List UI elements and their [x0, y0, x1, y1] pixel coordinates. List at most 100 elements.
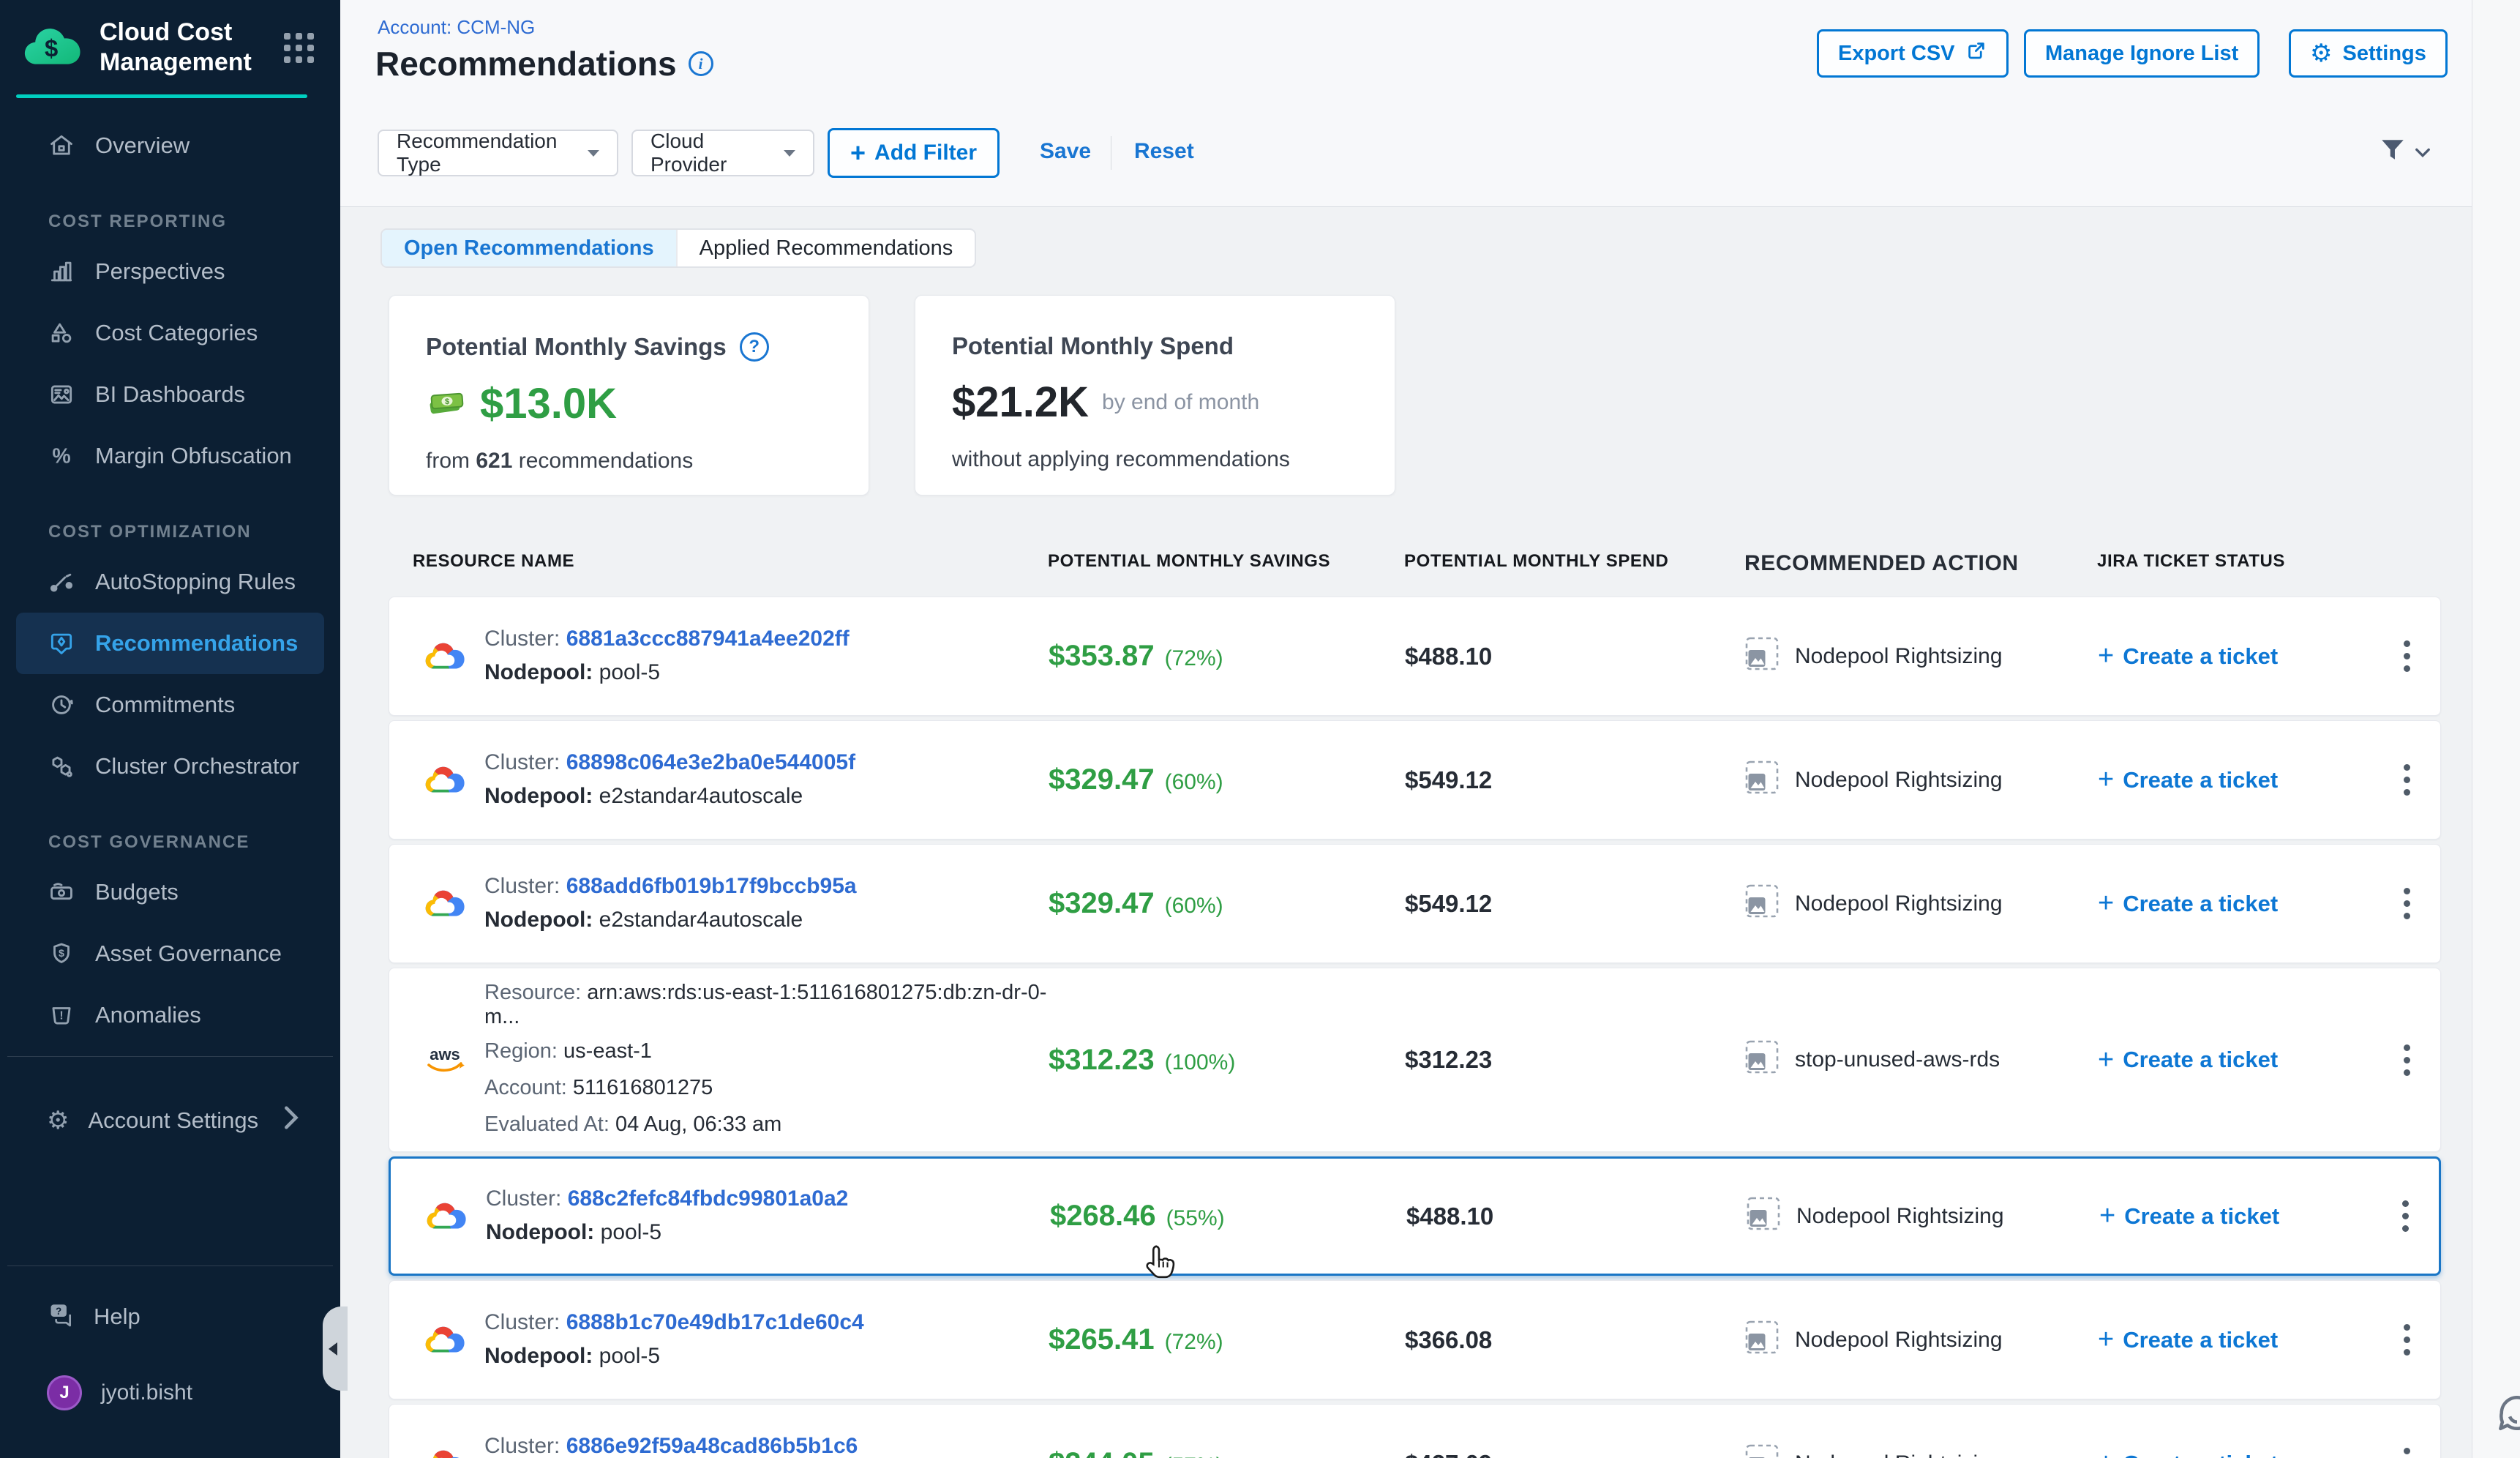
gear-icon: ⚙ [2310, 39, 2332, 68]
row-menu-kebab-icon[interactable] [2396, 1317, 2418, 1363]
breadcrumb-account-link[interactable]: Account: CCM-NG [378, 16, 535, 39]
tab-open-recommendations[interactable]: Open Recommendations [382, 230, 676, 266]
sidebar: $ Cloud Cost Management OverviewCOST REP… [0, 0, 340, 1458]
create-ticket-link[interactable]: +Create a ticket [2099, 1200, 2371, 1232]
cloud-provider-select[interactable]: Cloud Provider [631, 130, 814, 176]
create-ticket-link[interactable]: +Create a ticket [2098, 640, 2373, 672]
sidebar-item-bi-dashboards[interactable]: BI Dashboards [0, 364, 340, 425]
resource-value: us-east-1 [563, 1039, 652, 1063]
sidebar-item-recommendations[interactable]: Recommendations [16, 613, 324, 674]
resource-link[interactable]: 68898c064e3e2ba0e544005f [566, 750, 855, 774]
sidebar-item-cluster-orchestrator[interactable]: Cluster Orchestrator [0, 736, 340, 797]
table-row[interactable]: Cluster: 6888b1c70e49db17c1de60c4 Nodepoo… [389, 1280, 2441, 1399]
bucket-alert-icon: ! [47, 1001, 76, 1030]
col-recommended-action: RECOMMENDED ACTION [1744, 551, 2097, 576]
sidebar-item-label: Asset Governance [95, 941, 282, 967]
cash-icon [47, 878, 76, 907]
resource-link[interactable]: 688add6fb019b17f9bccb95a [566, 874, 857, 898]
filter-drawer-toggle[interactable] [2378, 138, 2431, 168]
sidebar-item-autostopping-rules[interactable]: AutoStopping Rules [0, 551, 340, 613]
sidebar-item-budgets[interactable]: Budgets [0, 861, 340, 923]
question-icon[interactable]: ? [740, 332, 769, 362]
create-ticket-link[interactable]: +Create a ticket [2098, 888, 2373, 919]
row-menu-kebab-icon[interactable] [2396, 1440, 2418, 1458]
sidebar-item-label: Help [94, 1304, 140, 1330]
page-title: Recommendations [375, 44, 677, 83]
hexagons-icon [47, 752, 76, 781]
tab-applied-recommendations[interactable]: Applied Recommendations [676, 230, 975, 266]
row-menu-kebab-icon[interactable] [2396, 881, 2418, 927]
table-row[interactable]: Cluster: 6881a3ccc887941a4ee202ffNodepoo… [389, 597, 2441, 716]
plus-icon: + [2099, 1200, 2115, 1232]
sidebar-item-cost-categories[interactable]: Cost Categories [0, 302, 340, 364]
recommendation-count: 621 [476, 449, 512, 473]
recommended-action-label: Nodepool Rightsizing [1795, 1328, 2003, 1353]
sidebar-item-label: Perspectives [95, 258, 225, 285]
sidebar-item-account-settings[interactable]: ⚙ Account Settings [0, 1090, 340, 1151]
resource-link[interactable]: 6888b1c70e49db17c1de60c4 [566, 1310, 864, 1334]
svg-text:$: $ [59, 948, 64, 960]
sidebar-nav: OverviewCOST REPORTINGPerspectivesCost C… [0, 115, 340, 1046]
row-menu-kebab-icon[interactable] [2396, 757, 2418, 803]
user-name: jyoti.bisht [101, 1380, 192, 1405]
sidebar-item-asset-governance[interactable]: $ Asset Governance [0, 923, 340, 984]
sidebar-item-anomalies[interactable]: !Anomalies [0, 984, 340, 1046]
row-menu-kebab-icon[interactable] [2396, 633, 2418, 679]
manage-ignore-list-button[interactable]: Manage Ignore List [2024, 29, 2260, 78]
resource-link[interactable]: 6886e92f59a48cad86b5b1c6 [566, 1434, 858, 1458]
resource-line: Account: 511616801275 [484, 1076, 1049, 1102]
help-chat-icon: ? [47, 1300, 75, 1334]
gcp-logo-icon [421, 885, 468, 923]
sidebar-item-label: Margin Obfuscation [95, 443, 292, 469]
sidebar-item-overview[interactable]: Overview [0, 115, 340, 176]
sidebar-item-label: Cluster Orchestrator [95, 753, 299, 780]
resource-line: Nodepool: pool-5 [484, 660, 850, 687]
plus-icon: + [2098, 888, 2114, 919]
table-row[interactable]: Cluster: 6886e92f59a48cad86b5b1c6 $244.0… [389, 1404, 2441, 1458]
create-ticket-link[interactable]: +Create a ticket [2098, 1044, 2373, 1076]
table-row[interactable]: aws Resource: arn:aws:rds:us-east-1:5116… [389, 968, 2441, 1152]
filter-bar: Recommendation Type Cloud Provider + Add… [340, 104, 2520, 206]
sidebar-item-help[interactable]: ? Help [0, 1286, 340, 1347]
sidebar-divider [7, 1056, 333, 1057]
plus-icon: + [2098, 1044, 2114, 1076]
table-row[interactable]: Cluster: 688add6fb019b17f9bccb95aNodepoo… [389, 844, 2441, 963]
resource-line: Resource: arn:aws:rds:us-east-1:51161680… [484, 981, 1049, 1029]
save-filter-link[interactable]: Save [1040, 139, 1091, 164]
export-csv-button[interactable]: Export CSV [1817, 29, 2009, 78]
sidebar-item-label: Overview [95, 132, 190, 159]
recommendation-type-select[interactable]: Recommendation Type [378, 130, 618, 176]
recommended-action-icon [1745, 760, 1779, 800]
sidebar-collapse-handle[interactable] [323, 1306, 348, 1391]
sidebar-item-commitments[interactable]: Commitments [0, 674, 340, 736]
sidebar-item-margin-obfuscation[interactable]: % Margin Obfuscation [0, 425, 340, 487]
create-ticket-link[interactable]: +Create a ticket [2098, 1448, 2373, 1458]
support-chat-icon[interactable] [2492, 1389, 2520, 1443]
create-ticket-link[interactable]: +Create a ticket [2098, 1324, 2373, 1356]
resource-link[interactable]: 6881a3ccc887941a4ee202ff [566, 627, 850, 651]
add-filter-button[interactable]: + Add Filter [828, 128, 1000, 178]
app-switcher-grid-icon[interactable] [284, 33, 314, 63]
recommended-action-icon [1745, 1040, 1779, 1080]
row-menu-kebab-icon[interactable] [2396, 1037, 2418, 1083]
recommended-action-label: Nodepool Rightsizing [1795, 644, 2003, 669]
potential-spend-value: $488.10 [1406, 1203, 1493, 1230]
plus-icon: + [850, 138, 866, 168]
sidebar-user[interactable]: J jyoti.bisht [0, 1362, 340, 1424]
reset-filter-link[interactable]: Reset [1134, 139, 1194, 164]
resource-line: Cluster: 6888b1c70e49db17c1de60c4 [484, 1310, 864, 1336]
money-stack-icon: $ [426, 385, 467, 422]
create-ticket-link[interactable]: +Create a ticket [2098, 764, 2373, 796]
settings-button[interactable]: ⚙ Settings [2289, 29, 2448, 78]
scrollbar-gutter[interactable] [2472, 0, 2520, 1458]
table-row[interactable]: Cluster: 68898c064e3e2ba0e544005fNodepoo… [389, 720, 2441, 840]
resource-link[interactable]: 688c2fefc84fbdc99801a0a2 [568, 1186, 849, 1211]
clock-icon [47, 690, 76, 719]
svg-text:%: % [52, 445, 70, 468]
sidebar-item-perspectives[interactable]: Perspectives [0, 241, 340, 302]
aws-logo-icon: aws [421, 1043, 468, 1077]
info-icon[interactable]: i [689, 51, 713, 76]
table-row-selected[interactable]: Cluster: 688c2fefc84fbdc99801a0a2Nodepoo… [389, 1156, 2441, 1276]
row-menu-kebab-icon[interactable] [2395, 1193, 2416, 1239]
savings-card-title: Potential Monthly Savings [426, 333, 727, 361]
